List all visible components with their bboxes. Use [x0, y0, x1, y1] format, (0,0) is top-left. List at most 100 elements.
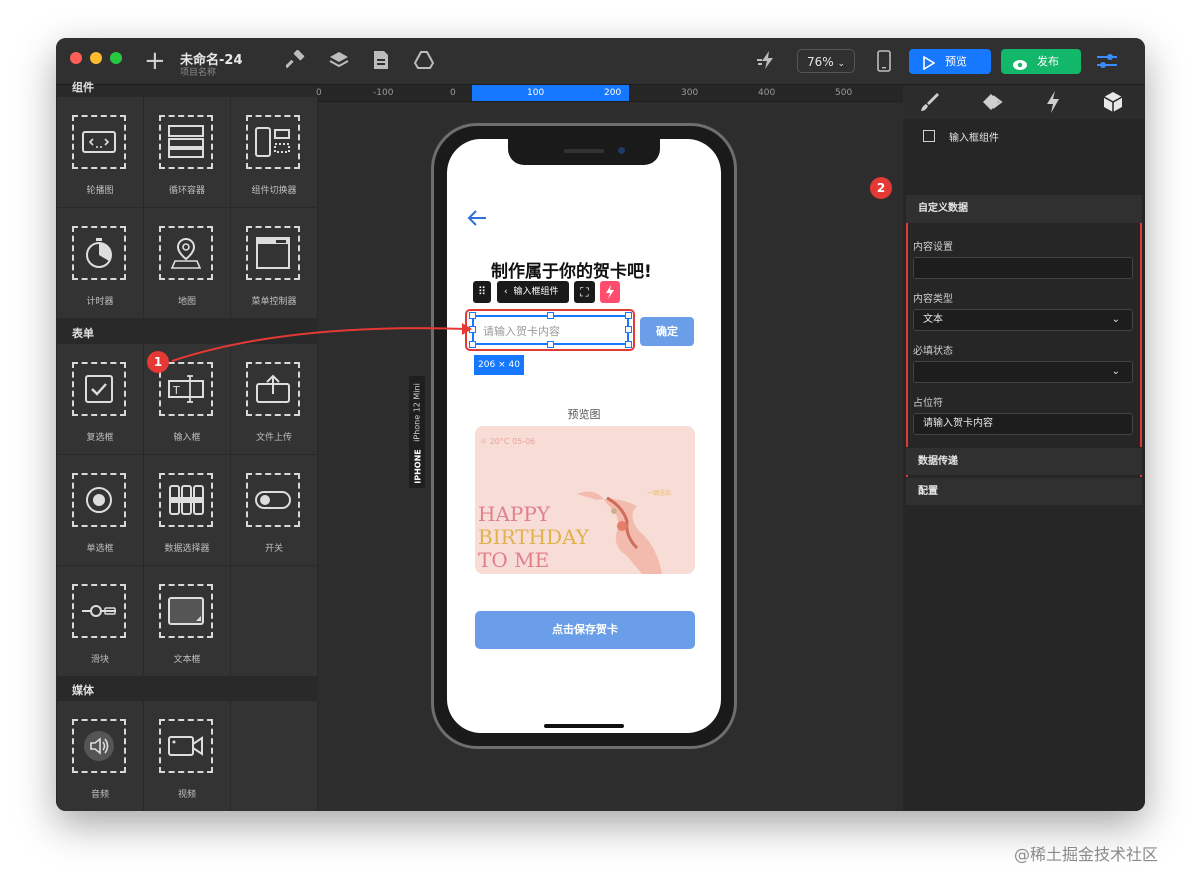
resize-handle[interactable]	[625, 326, 632, 333]
publish-label: 发布	[1037, 55, 1059, 68]
section-config[interactable]: 配置	[906, 477, 1142, 505]
play-icon	[921, 54, 936, 79]
component-textarea[interactable]: 文本框	[144, 566, 230, 676]
close-window-button[interactable]	[70, 52, 82, 64]
titlebar: + 未命名-24 项目名称 76% ⌄ 预览 发布	[56, 38, 1145, 85]
app-window: + 未命名-24 项目名称 76% ⌄ 预览 发布 组件 轮播图 循环容器 组件…	[56, 38, 1145, 811]
cell-label: 滑块	[90, 655, 109, 665]
content-type-value: 文本	[923, 314, 943, 325]
menu-controller-icon	[246, 226, 300, 280]
layers-icon[interactable]	[328, 50, 350, 74]
back-arrow-icon[interactable]	[466, 209, 488, 231]
component-audio[interactable]: 音频	[57, 701, 143, 811]
component-name: 输入框组件	[949, 133, 999, 144]
ruler-tick: 500	[835, 88, 853, 98]
card-line-birthday: BIRTHDAY	[478, 525, 589, 549]
annotation-marker-1: 1	[147, 351, 169, 373]
save-card-button[interactable]: 点击保存贺卡	[475, 611, 695, 649]
drive-icon[interactable]	[413, 50, 435, 74]
section-media: 媒体	[72, 684, 94, 697]
resize-handle[interactable]	[625, 341, 632, 348]
cell-label: 地图	[177, 297, 196, 307]
slider-icon	[72, 584, 126, 638]
chevron-left-icon: ‹	[504, 287, 508, 297]
component-library-panel: 组件 轮播图 循环容器 组件切换器 计时器 地图 菜单控制器 表单 复选框 T …	[56, 81, 318, 811]
empty-cell	[231, 701, 317, 811]
fullscreen-icon[interactable]: ⛶	[574, 281, 595, 303]
empty-cell	[231, 566, 317, 676]
resize-handle[interactable]	[469, 312, 476, 319]
chevron-down-icon: ⌄	[1111, 314, 1120, 325]
content-setting-input[interactable]	[913, 257, 1133, 279]
maximize-window-button[interactable]	[110, 52, 122, 64]
component-switcher[interactable]: 组件切换器	[231, 97, 317, 207]
preview-label: 预览图	[567, 408, 601, 421]
textarea-icon	[159, 584, 213, 638]
cell-label: 音频	[90, 790, 109, 800]
lightning-icon[interactable]	[1044, 90, 1062, 118]
section-data-passing[interactable]: 数据传递	[906, 447, 1142, 475]
component-data-picker[interactable]: 数据选择器	[144, 455, 230, 565]
add-icon[interactable]: +	[144, 46, 166, 76]
properties-panel: 输入框组件 自定义数据 内容设置 内容类型 文本 ⌄ 必填状态 ⌄ 占位符 请输…	[903, 85, 1145, 811]
component-map[interactable]: 地图	[144, 208, 230, 318]
confirm-button[interactable]: 确定	[640, 317, 694, 346]
publish-button[interactable]: 发布	[1001, 49, 1081, 74]
cell-label: 菜单控制器	[251, 297, 297, 307]
card-line-to-me: TO ME	[478, 548, 550, 572]
phone-screen: 制作属于你的贺卡吧! ⠿ ‹ 输入框组件 ⛶ 请输入贺卡内容 确定 206 × …	[447, 139, 721, 733]
cell-label: 组件切换器	[251, 186, 297, 196]
component-carousel[interactable]: 轮播图	[57, 97, 143, 207]
component-slider[interactable]: 滑块	[57, 566, 143, 676]
watermark: @稀土掘金技术社区	[1014, 845, 1159, 864]
preview-button[interactable]: 预览	[909, 49, 991, 74]
file-icon[interactable]	[372, 50, 390, 74]
component-timer[interactable]: 计时器	[57, 208, 143, 318]
component-tag[interactable]: ‹ 输入框组件	[497, 281, 569, 303]
zoom-select[interactable]: 76% ⌄	[797, 49, 855, 73]
diamond-icon[interactable]	[981, 91, 1005, 117]
component-radio[interactable]: 单选框	[57, 455, 143, 565]
svg-text:T: T	[172, 384, 180, 397]
resize-handle[interactable]	[547, 341, 554, 348]
cell-label: 轮播图	[86, 186, 114, 196]
component-checkbox[interactable]: 复选框	[57, 344, 143, 454]
preview-label: 预览	[945, 55, 967, 68]
map-pin-icon	[159, 226, 213, 280]
phone-device-icon[interactable]	[876, 50, 892, 76]
paintbrush-icon[interactable]	[919, 91, 941, 117]
component-type-icon	[923, 130, 935, 142]
ruler-tick: 200	[604, 88, 622, 98]
section-custom-data[interactable]: 自定义数据	[906, 195, 1142, 223]
action-lightning-icon[interactable]	[600, 281, 620, 303]
required-select[interactable]: ⌄	[913, 361, 1133, 383]
drag-handle-icon[interactable]: ⠿	[473, 281, 491, 303]
minimize-window-button[interactable]	[90, 52, 102, 64]
hammer-icon[interactable]	[285, 49, 306, 74]
content-type-select[interactable]: 文本 ⌄	[913, 309, 1133, 331]
section-components: 组件	[72, 81, 94, 94]
component-tag-label: 输入框组件	[513, 287, 559, 297]
chevron-down-icon: ⌄	[837, 59, 846, 69]
content-setting-label: 内容设置	[913, 242, 953, 253]
greeting-card-preview: ☼ 20°C 05-06 一键送出 HAPPY BIRTHDAY TO ME	[475, 426, 695, 574]
settings-sliders-icon[interactable]	[1096, 52, 1118, 74]
lightning-menu-icon[interactable]	[756, 50, 778, 74]
speaker-grille	[564, 149, 604, 153]
component-switch[interactable]: 开关	[231, 455, 317, 565]
component-video[interactable]: 视频	[144, 701, 230, 811]
switcher-icon	[246, 115, 300, 169]
placeholder-input[interactable]: 请输入贺卡内容	[913, 413, 1133, 435]
cell-label: 文件上传	[255, 433, 292, 443]
toggle-icon	[246, 473, 300, 527]
phone-frame: 制作属于你的贺卡吧! ⠿ ‹ 输入框组件 ⛶ 请输入贺卡内容 确定 206 × …	[431, 123, 737, 749]
video-camera-icon	[159, 719, 213, 773]
resize-handle[interactable]	[547, 312, 554, 319]
zoom-value: 76%	[806, 55, 834, 69]
card-weather: ☼ 20°C 05-06	[480, 437, 535, 446]
component-loop-container[interactable]: 循环容器	[144, 97, 230, 207]
component-menu-controller[interactable]: 菜单控制器	[231, 208, 317, 318]
resize-handle[interactable]	[625, 312, 632, 319]
cell-label: 文本框	[173, 655, 201, 665]
cube-icon[interactable]	[1102, 90, 1124, 118]
